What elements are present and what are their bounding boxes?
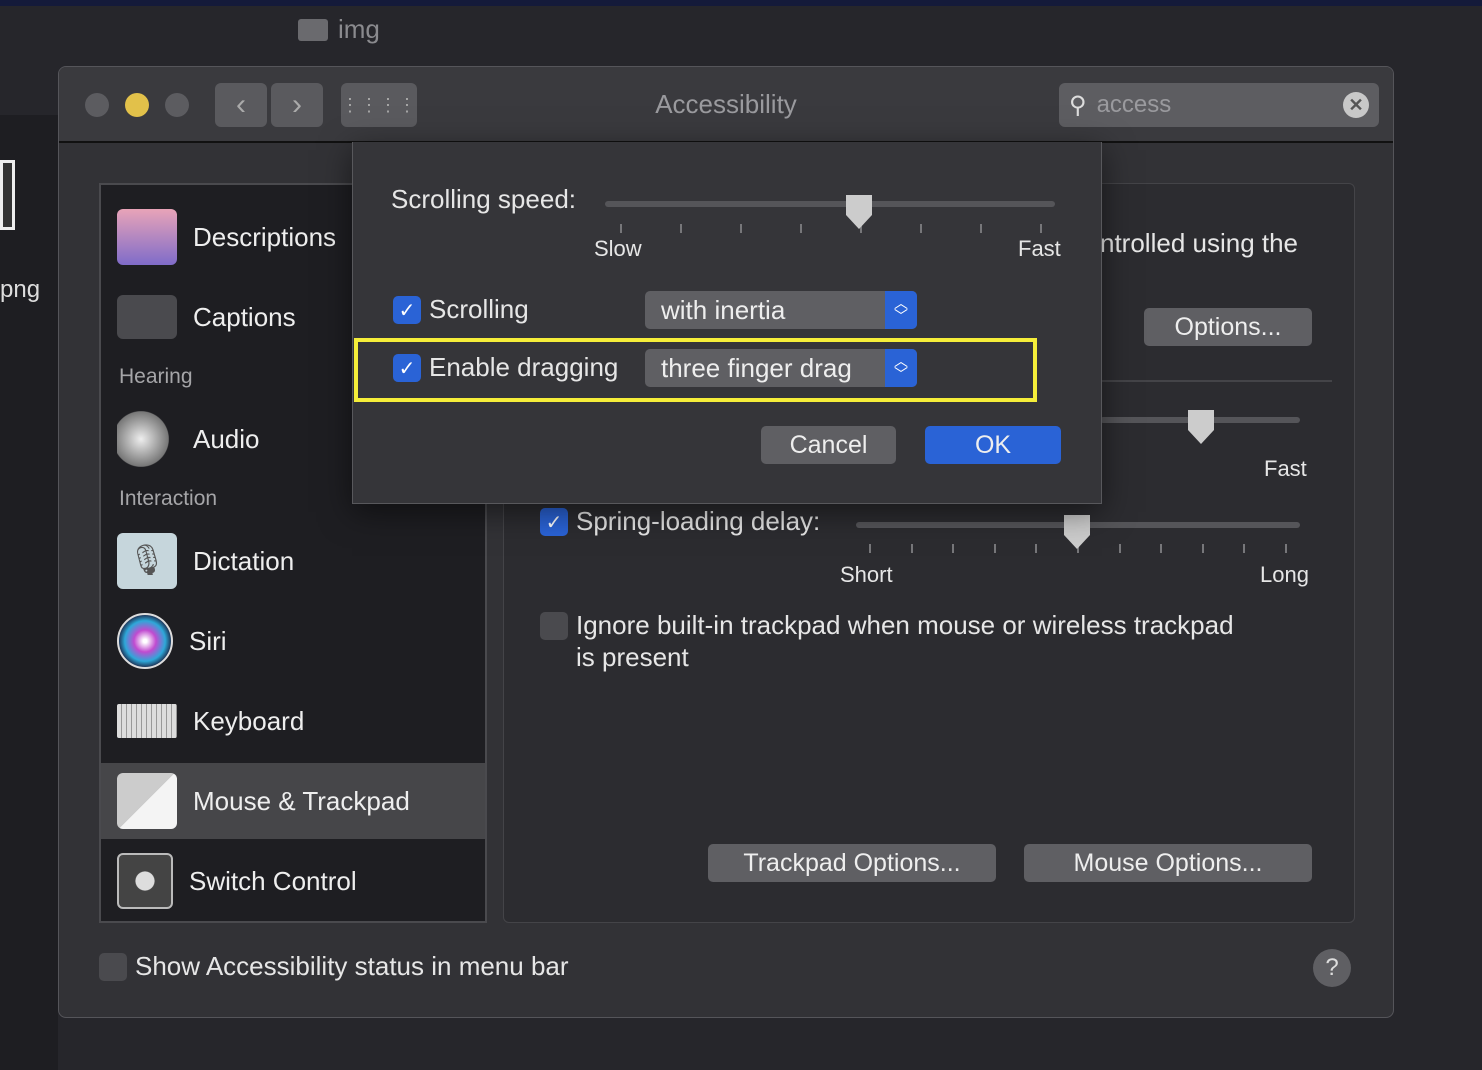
sidebar-item-siri[interactable]: Siri (101, 603, 485, 679)
slider-tick (980, 224, 982, 233)
slider-tick (952, 544, 955, 553)
highlight-box (354, 338, 1037, 402)
options-button[interactable]: Options... (1144, 308, 1312, 346)
folder-icon (298, 18, 328, 41)
scrolling-speed-knob[interactable] (844, 192, 874, 230)
sidebar-item-mouse-trackpad[interactable]: Mouse & Trackpad (101, 763, 485, 839)
slider-tick (910, 544, 913, 553)
sidebar-item-label: Audio (193, 423, 260, 454)
slider-tick (1243, 544, 1246, 553)
slider-tick (920, 224, 922, 233)
slider-tick (1285, 544, 1287, 553)
trackpad-options-button[interactable]: Trackpad Options... (708, 844, 996, 882)
sidebar-item-keyboard[interactable]: Keyboard (101, 683, 485, 759)
group-interaction: Interaction (119, 487, 218, 510)
scrolling-mode-select[interactable]: with inertia ︿ ﹀ (645, 291, 917, 329)
slider-tick (993, 544, 996, 553)
mouse-trackpad-icon (117, 773, 177, 829)
scrolling-checkbox[interactable]: ✓ (393, 296, 421, 324)
ignore-trackpad-label-2: is present (576, 642, 689, 672)
folder-title: img (338, 14, 380, 44)
sidebar-item-label: Dictation (193, 545, 295, 576)
search-field[interactable]: ⚲ access ✕ (1059, 83, 1379, 127)
slider-tick (680, 224, 682, 233)
slider-tick (1040, 224, 1042, 233)
sidebar-item-label: Mouse & Trackpad (193, 785, 410, 816)
chevron-up-down-icon: ︿ ﹀ (885, 291, 917, 329)
help-button[interactable]: ? (1313, 949, 1351, 987)
scrolling-speed-label: Scrolling speed: (391, 184, 576, 214)
scrolling-speed-track[interactable] (605, 201, 1055, 207)
cancel-button[interactable]: Cancel (761, 426, 896, 464)
speed-max-label: Fast (1264, 456, 1307, 481)
slider-tick (1118, 544, 1121, 553)
group-hearing: Hearing (119, 365, 193, 388)
search-icon: ⚲ (1069, 91, 1087, 119)
file-label[interactable]: png (0, 276, 40, 304)
trackpad-options-sheet: Scrolling speed: Slow Fast ✓ Scrolling w… (352, 142, 1102, 504)
show-status-label: Show Accessibility status in menu bar (135, 951, 569, 981)
sidebar-item-label: Keyboard (193, 705, 305, 736)
slider-tick (800, 224, 802, 233)
desktop-top-bar (0, 0, 1482, 6)
ignore-trackpad-label: Ignore built-in trackpad when mouse or w… (576, 610, 1234, 640)
sidebar-item-dictation[interactable]: 🎙 Dictation (101, 523, 485, 599)
fast-label: Fast (1018, 236, 1061, 261)
title-bar: ‹ › ⋮⋮⋮⋮ Accessibility ⚲ access ✕ (59, 67, 1393, 143)
ignore-trackpad-checkbox[interactable] (540, 612, 568, 640)
keyboard-icon (117, 704, 177, 738)
divider (1100, 380, 1332, 382)
speaker-icon (117, 411, 177, 467)
sidebar-item-label: Switch Control (189, 865, 357, 896)
show-status-checkbox[interactable] (99, 953, 127, 981)
slow-label: Slow (594, 236, 642, 261)
slider-tick (740, 224, 742, 233)
slider-tick (869, 544, 871, 553)
slider-tick (1160, 544, 1163, 553)
finder-window-title: img (298, 14, 380, 45)
mouse-options-button[interactable]: Mouse Options... (1024, 844, 1312, 882)
descriptions-icon (117, 209, 177, 265)
microphone-icon: 🎙 (117, 533, 177, 589)
slider-tick (1201, 544, 1204, 553)
scrolling-label: Scrolling (429, 294, 529, 324)
scrolling-speed-ticks (620, 224, 1042, 234)
spring-loading-knob[interactable] (1062, 512, 1092, 550)
slider-tick (1035, 544, 1038, 553)
switch-control-icon (117, 853, 173, 909)
spring-loading-label: Spring-loading delay: (576, 506, 821, 536)
scrolling-mode-value: with inertia (661, 294, 786, 325)
sidebar-item-switch-control[interactable]: Switch Control (101, 843, 485, 919)
sidebar-item-label: Descriptions (193, 221, 337, 252)
sidebar-item-label: Siri (189, 625, 227, 656)
spring-loading-checkbox[interactable]: ✓ (540, 508, 568, 536)
file-thumbnail[interactable] (0, 160, 15, 230)
spring-max-label: Long (1260, 562, 1309, 587)
finder-background (0, 115, 58, 1070)
ok-button[interactable]: OK (925, 426, 1061, 464)
speed-slider-knob[interactable] (1186, 407, 1216, 445)
search-input[interactable]: access (1097, 91, 1333, 119)
sidebar-item-label: Captions (193, 301, 296, 332)
slider-tick (620, 224, 622, 233)
description-text: ntrolled using the (1100, 228, 1299, 258)
siri-icon (117, 613, 173, 669)
spring-min-label: Short (840, 562, 893, 587)
clear-search-icon[interactable]: ✕ (1343, 92, 1369, 118)
captions-icon (117, 295, 177, 339)
